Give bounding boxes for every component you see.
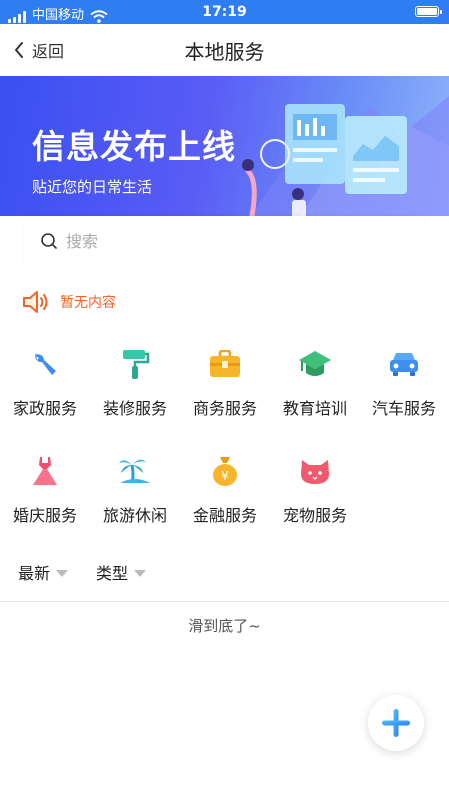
filter-latest-dropdown[interactable]: 最新 <box>18 560 69 584</box>
money-bag-icon: ¥ <box>207 453 243 489</box>
filter-bar: 最新 类型 <box>18 560 147 584</box>
caret-down-icon <box>134 569 147 577</box>
search-input[interactable] <box>64 226 398 256</box>
service-item-renovation[interactable]: 装修服务 <box>90 346 180 419</box>
divider <box>0 601 449 602</box>
filter-type-label: 类型 <box>96 564 129 583</box>
service-label: 汽车服务 <box>371 399 436 418</box>
service-item-automotive[interactable]: 汽车服务 <box>359 346 449 419</box>
svg-text:¥: ¥ <box>221 469 229 483</box>
list-end-text: 滑到底了~ <box>188 617 261 635</box>
service-label: 婚庆服务 <box>12 506 77 525</box>
briefcase-icon <box>207 346 243 382</box>
speaker-icon <box>23 291 48 313</box>
search-bar <box>24 216 426 266</box>
battery-icon <box>415 6 442 17</box>
banner-headline: 信息发布上线 <box>32 127 236 166</box>
dress-icon <box>27 453 63 489</box>
wrench-icon <box>27 346 63 382</box>
filter-latest-label: 最新 <box>18 564 51 583</box>
service-item-travel[interactable]: 旅游休闲 <box>90 453 180 526</box>
promo-banner[interactable]: 信息发布上线 贴近您的日常生活 <box>0 76 449 216</box>
service-label: 金融服务 <box>192 506 257 525</box>
banner-subtitle: 贴近您的日常生活 <box>32 178 153 196</box>
cat-icon <box>297 453 333 489</box>
status-bar: 中国移动 17:19 <box>0 0 449 24</box>
service-item-housekeeping[interactable]: 家政服务 <box>0 346 90 419</box>
palm-island-icon <box>117 453 153 489</box>
nav-bar: 返回 本地服务 <box>0 24 449 76</box>
service-label: 宠物服务 <box>282 506 347 525</box>
battery-fill <box>417 8 437 15</box>
service-item-pet[interactable]: 宠物服务 <box>270 453 360 526</box>
paint-roller-icon <box>117 346 153 382</box>
search-icon <box>41 233 57 249</box>
service-label: 装修服务 <box>102 399 167 418</box>
notice-bar: 暂无内容 <box>22 290 116 314</box>
page-title: 本地服务 <box>184 40 265 64</box>
status-time: 17:19 <box>202 4 247 20</box>
car-icon <box>386 346 422 382</box>
service-label: 家政服务 <box>12 399 77 418</box>
service-item-finance[interactable]: ¥ 金融服务 <box>180 453 270 526</box>
filter-type-dropdown[interactable]: 类型 <box>96 560 147 584</box>
add-post-button[interactable] <box>368 695 424 751</box>
service-item-wedding[interactable]: 婚庆服务 <box>0 453 90 526</box>
notice-text: 暂无内容 <box>60 295 116 311</box>
service-label: 商务服务 <box>192 399 257 418</box>
graduation-cap-icon <box>297 346 333 382</box>
service-label: 旅游休闲 <box>102 506 167 525</box>
service-item-business[interactable]: 商务服务 <box>180 346 270 419</box>
plus-icon <box>382 709 410 737</box>
service-item-education[interactable]: 教育培训 <box>270 346 360 419</box>
service-label: 教育培训 <box>282 399 347 418</box>
caret-down-icon <box>56 569 69 577</box>
